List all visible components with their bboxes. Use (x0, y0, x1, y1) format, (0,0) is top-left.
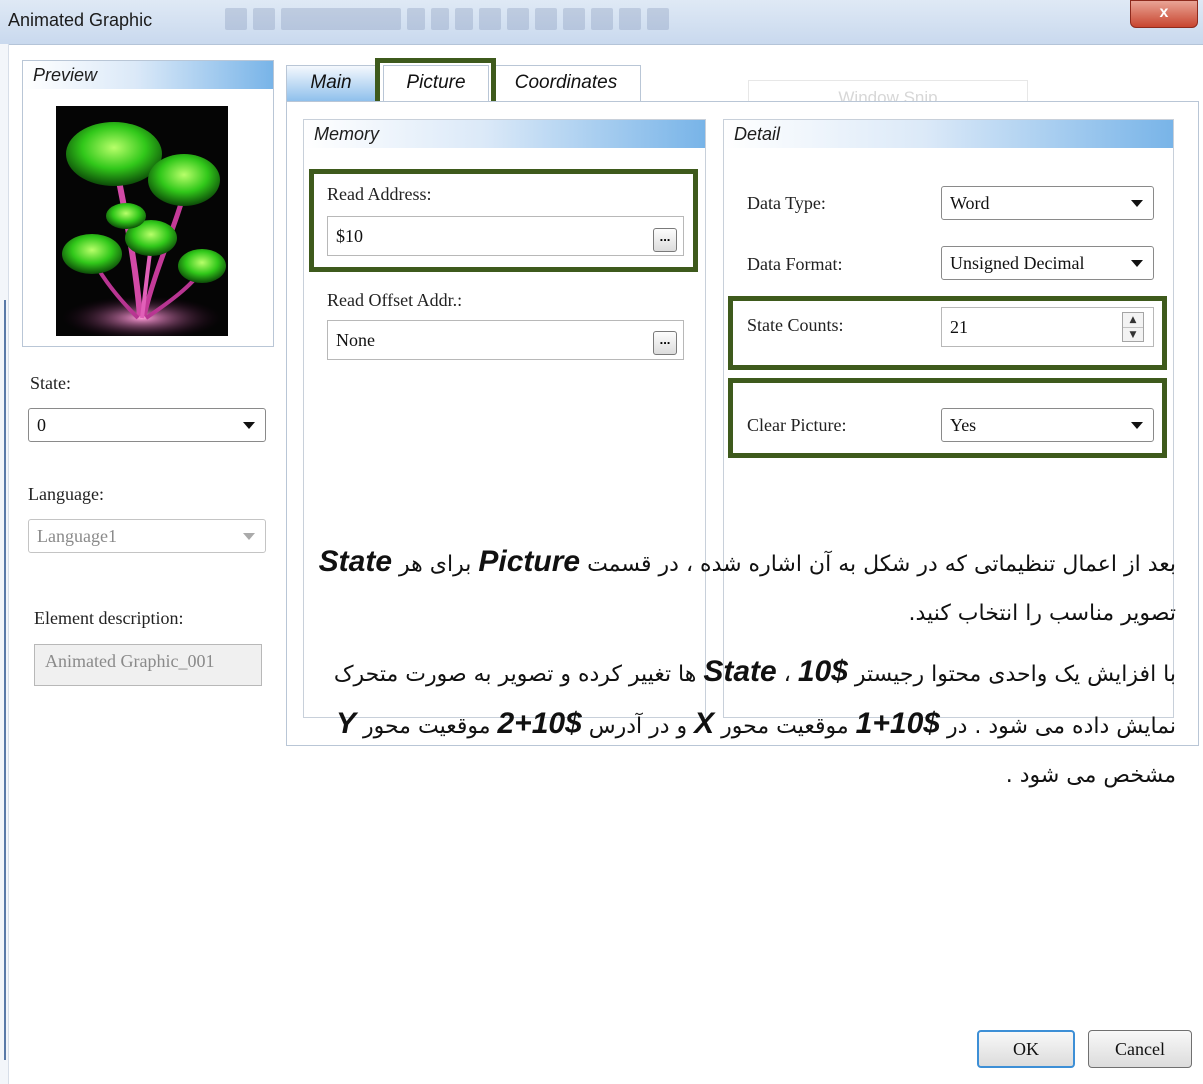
annotation-text-run: بعد از اعمال تنظیماتی که در شکل به آن اش… (580, 552, 1176, 577)
annotation-keyword: $10+2 (497, 707, 582, 740)
close-icon: x (1159, 4, 1169, 21)
ok-button[interactable]: OK (977, 1030, 1075, 1068)
annotation-keyword: Y (335, 707, 356, 740)
tab-coordinates[interactable]: Coordinates (491, 65, 641, 101)
language-select-value: Language1 (37, 526, 117, 546)
language-select[interactable]: Language1 (28, 519, 266, 553)
annotation-text-run: با افزایش یک واحدی محتوا رجیستر (847, 662, 1176, 687)
preview-header: Preview (23, 61, 273, 89)
element-description-label: Element description: (34, 608, 184, 628)
preview-panel: Preview (22, 60, 274, 347)
state-label: State: (30, 373, 71, 393)
highlight-read-address (309, 169, 698, 272)
background-toolbar-ghost (225, 8, 845, 34)
highlight-state-counts (728, 296, 1167, 370)
state-select-value: 0 (37, 415, 46, 435)
data-type-label: Data Type: (747, 193, 826, 213)
element-description-field[interactable]: Animated Graphic_001 (34, 644, 262, 686)
annotation-text-run: ، (776, 662, 798, 687)
annotation-text-run: و در آدرس (581, 714, 695, 739)
annotation-text-run: موقعیت محور (714, 714, 856, 739)
ellipsis-icon: ... (659, 332, 671, 347)
read-offset-browse-button[interactable]: ... (653, 331, 677, 355)
annotation-keyword: X (694, 707, 715, 740)
data-format-select[interactable]: Unsigned Decimal (941, 246, 1154, 280)
annotation-keyword: State (318, 545, 393, 578)
window-left-border (4, 300, 6, 1060)
chevron-down-icon (243, 533, 255, 540)
detail-header: Detail (724, 120, 1173, 148)
annotation-text-run: موقعیت محور (356, 714, 498, 739)
mushroom-picture-icon (56, 106, 228, 336)
chevron-down-icon (1131, 260, 1143, 267)
read-offset-value: None (336, 330, 375, 350)
tab-main[interactable]: Main (286, 65, 376, 101)
memory-header: Memory (304, 120, 705, 148)
annotation-keyword: Picture (478, 545, 581, 578)
data-format-value: Unsigned Decimal (950, 253, 1085, 273)
annotation-keyword: State (703, 655, 777, 688)
annotation-keyword: $10 (797, 655, 848, 688)
data-type-select[interactable]: Word (941, 186, 1154, 220)
annotation-text-run: مشخص می شود . (1005, 763, 1176, 788)
chevron-down-icon (243, 422, 255, 429)
language-label: Language: (28, 484, 104, 504)
state-select[interactable]: 0 (28, 408, 266, 442)
preview-image (56, 106, 228, 336)
data-format-label: Data Format: (747, 254, 843, 274)
annotation-paragraph-1: بعد از اعمال تنظیماتی که در شکل به آن اش… (306, 537, 1176, 638)
highlight-clear-picture (728, 378, 1167, 458)
chevron-down-icon (1131, 200, 1143, 207)
cancel-button[interactable]: Cancel (1088, 1030, 1192, 1068)
annotation-text-run: تصویر مناسب را انتخاب کنید. (908, 601, 1176, 626)
annotation-paragraph-2: با افزایش یک واحدی محتوا رجیستر $10 ، St… (306, 647, 1176, 800)
window-title: Animated Graphic (8, 10, 153, 30)
annotation-text: بعد از اعمال تنظیماتی که در شکل به آن اش… (306, 537, 1176, 809)
annotation-keyword: $10+1 (855, 707, 940, 740)
data-type-value: Word (950, 193, 990, 213)
annotation-text-run: برای هر (392, 552, 479, 577)
read-offset-label: Read Offset Addr.: (327, 290, 463, 310)
title-bar: Animated Graphic x (0, 0, 1203, 45)
close-button[interactable]: x (1130, 0, 1198, 28)
read-offset-field[interactable]: None (327, 320, 684, 360)
